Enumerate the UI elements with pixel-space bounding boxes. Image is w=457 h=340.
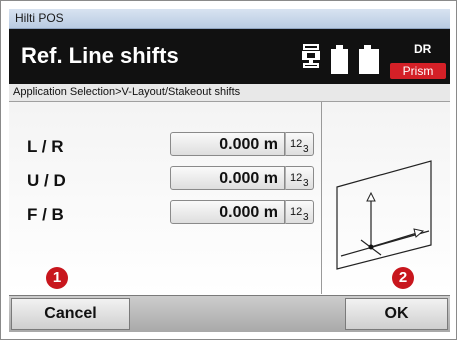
- lr-value-field[interactable]: 0.000 m: [170, 132, 285, 156]
- svg-text:3: 3: [303, 144, 309, 154]
- battery-icon: [359, 45, 379, 74]
- svg-text:12: 12: [290, 206, 302, 218]
- svg-text:12: 12: [290, 138, 302, 150]
- device-frame: Hilti POS Ref. Line shifts DR Prism Appl…: [0, 0, 457, 340]
- numeric-keyboard-icon: 12 3: [290, 172, 309, 188]
- breadcrumb: Application Selection>V-Layout/Stakeout …: [9, 84, 450, 102]
- reference-line-axes-icon: [336, 160, 432, 270]
- numeric-keyboard-icon: 12 3: [290, 138, 309, 154]
- svg-text:3: 3: [303, 212, 309, 222]
- ok-button[interactable]: OK: [345, 298, 448, 330]
- face-indicator: DR: [414, 42, 432, 56]
- page-title: Ref. Line shifts: [21, 43, 179, 68]
- total-station-icon: [302, 44, 320, 68]
- ud-label: U / D: [27, 171, 66, 190]
- target-type-badge[interactable]: Prism: [390, 63, 446, 79]
- softkey-bar: Cancel OK: [9, 295, 450, 332]
- lr-keyboard-button[interactable]: 12 3: [285, 132, 314, 156]
- window-title: Hilti POS: [15, 11, 64, 25]
- screen-header: Ref. Line shifts DR Prism: [9, 29, 450, 84]
- fb-keyboard-button[interactable]: 12 3: [285, 200, 314, 224]
- main-content: L / R 0.000 m 12 3 U / D 0.000 m 12 3 F …: [9, 102, 450, 294]
- ud-value-field[interactable]: 0.000 m: [170, 166, 285, 190]
- fb-label: F / B: [27, 205, 64, 224]
- content-divider: [321, 102, 322, 294]
- callout-marker-2: 2: [392, 267, 414, 289]
- cancel-button[interactable]: Cancel: [11, 298, 130, 330]
- svg-text:12: 12: [290, 172, 302, 184]
- fb-value-field[interactable]: 0.000 m: [170, 200, 285, 224]
- ud-keyboard-button[interactable]: 12 3: [285, 166, 314, 190]
- svg-text:3: 3: [303, 178, 309, 188]
- lr-label: L / R: [27, 137, 64, 156]
- window-titlebar: Hilti POS: [9, 9, 450, 29]
- breadcrumb-text: Application Selection>V-Layout/Stakeout …: [13, 86, 241, 98]
- callout-marker-1: 1: [46, 267, 68, 289]
- numeric-keyboard-icon: 12 3: [290, 206, 309, 222]
- battery-icon: [331, 45, 348, 74]
